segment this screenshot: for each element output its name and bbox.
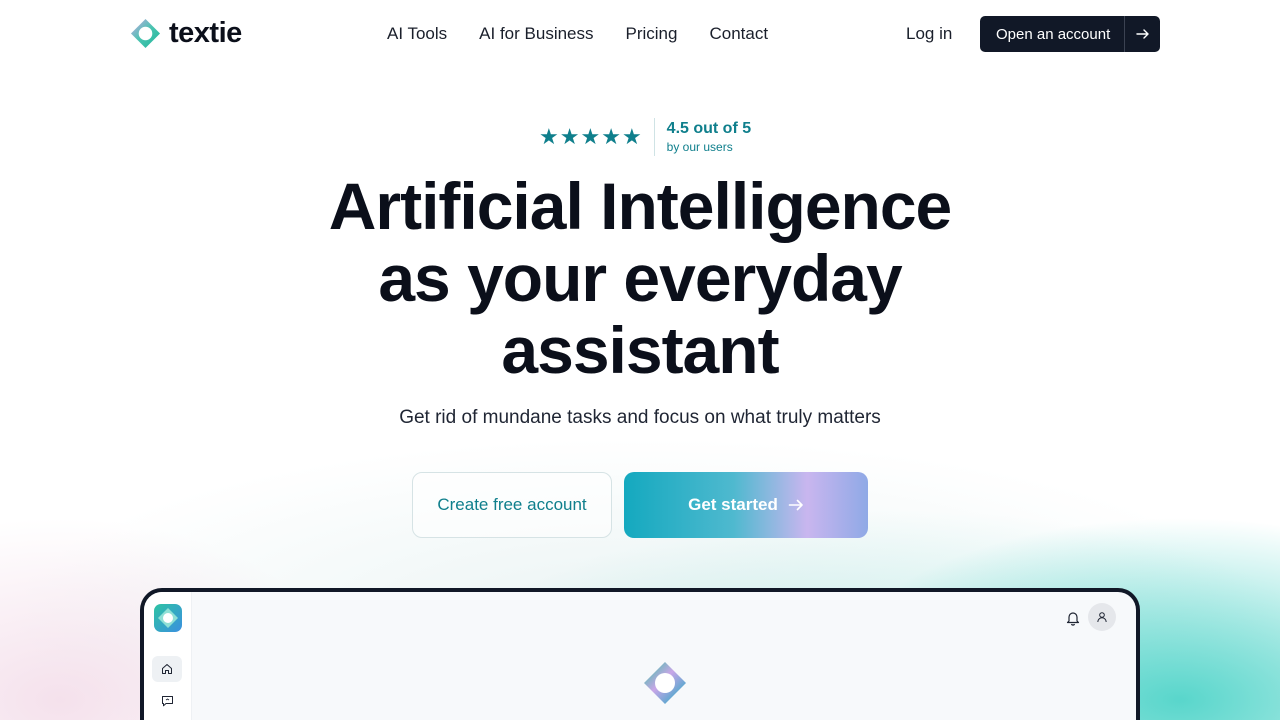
brand-name: textie bbox=[169, 17, 242, 49]
app-sidebar bbox=[144, 592, 192, 720]
user-avatar[interactable] bbox=[1088, 603, 1116, 631]
rating-value: 4.5 out of 5 bbox=[666, 120, 752, 137]
arrow-right-icon bbox=[1124, 16, 1160, 52]
get-started-label: Get started bbox=[688, 495, 778, 514]
open-account-button[interactable]: Open an account bbox=[980, 16, 1160, 52]
rating-source: by our users bbox=[666, 140, 733, 154]
open-account-label: Open an account bbox=[996, 25, 1111, 43]
bell-icon[interactable] bbox=[1066, 610, 1080, 626]
top-nav: textie AI Tools AI for Business Pricing … bbox=[0, 0, 1280, 68]
sidebar-home-button[interactable] bbox=[152, 656, 182, 682]
nav-item-pricing[interactable]: Pricing bbox=[626, 24, 678, 44]
hero-subtitle: Get rid of mundane tasks and focus on wh… bbox=[399, 407, 881, 428]
headline-line-3: assistant bbox=[501, 313, 779, 387]
user-icon bbox=[1097, 612, 1107, 623]
nav-item-ai-tools[interactable]: AI Tools bbox=[387, 24, 447, 44]
nav-item-ai-for-business[interactable]: AI for Business bbox=[479, 24, 593, 44]
login-link[interactable]: Log in bbox=[906, 24, 952, 44]
main-menu: AI Tools AI for Business Pricing Contact bbox=[387, 24, 768, 44]
sidebar-chat-button[interactable] bbox=[152, 688, 182, 714]
star-icon: ★ bbox=[559, 124, 580, 149]
create-free-account-button[interactable]: Create free account bbox=[412, 472, 612, 538]
textie-logo-icon bbox=[130, 18, 161, 49]
textie-mark-icon bbox=[644, 662, 686, 704]
app-preview bbox=[140, 588, 1140, 720]
app-logo-icon bbox=[154, 604, 182, 632]
rating-badge: ★ ★ ★ ★ ★ 4.5 out of 5 by our users bbox=[539, 118, 751, 156]
star-icon: ★ bbox=[539, 124, 559, 149]
nav-item-contact[interactable]: Contact bbox=[709, 24, 768, 44]
get-started-button[interactable]: Get started bbox=[624, 472, 868, 538]
star-icon: ★ bbox=[621, 124, 642, 149]
star-rating: ★ ★ ★ ★ ★ bbox=[539, 126, 654, 148]
headline-line-1: Artificial Intelligence bbox=[328, 169, 953, 243]
chat-icon bbox=[161, 696, 173, 707]
rating-text: 4.5 out of 5 by our users bbox=[667, 119, 751, 155]
star-icon: ★ bbox=[601, 124, 621, 149]
rating-divider bbox=[653, 118, 655, 156]
home-icon bbox=[162, 664, 172, 674]
headline-line-2: as your everyday bbox=[378, 241, 902, 315]
brand-logo[interactable]: textie bbox=[130, 18, 242, 49]
star-icon: ★ bbox=[580, 124, 601, 149]
hero-headline: Artificial Intelligence as your everyday… bbox=[0, 170, 1280, 386]
arrow-right-icon bbox=[788, 499, 803, 511]
